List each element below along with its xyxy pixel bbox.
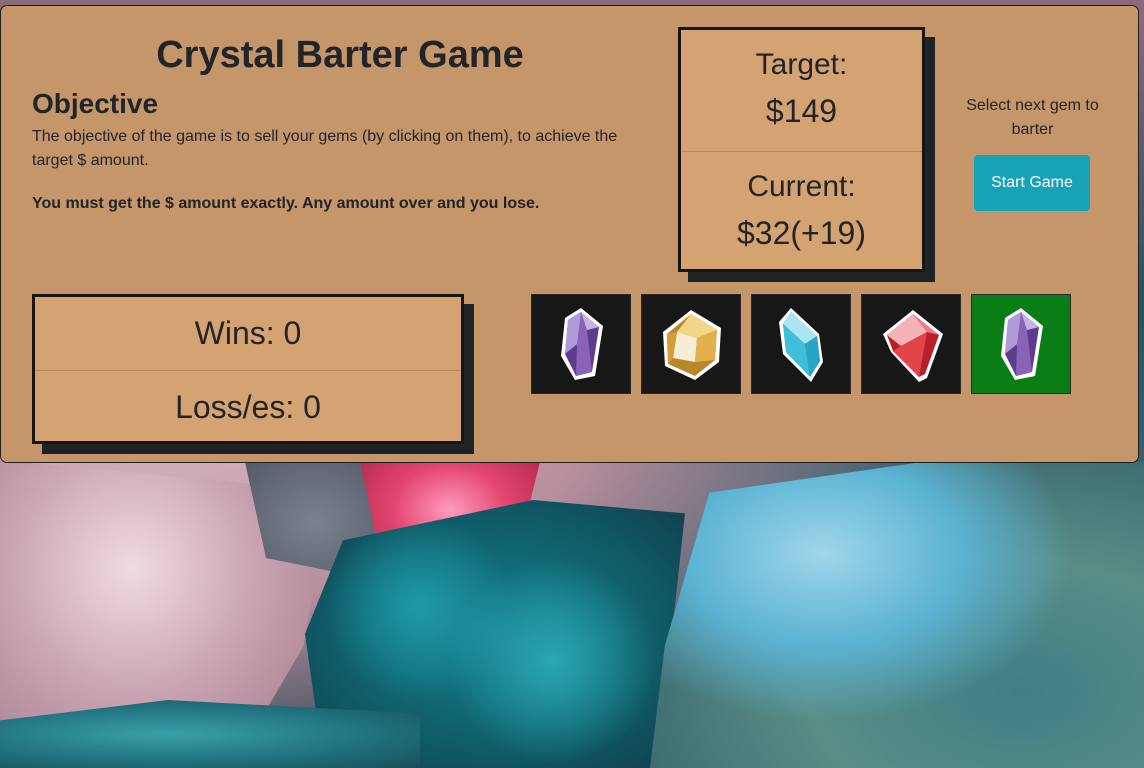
- current-value: $32(+19): [737, 215, 866, 251]
- target-value: $149: [765, 93, 838, 129]
- target-label: Target:: [755, 48, 848, 81]
- score-card: Target: $149 Current: $32(+19): [678, 27, 925, 272]
- current-label: Current:: [747, 170, 856, 203]
- gem-button[interactable]: [641, 294, 741, 394]
- gem-button[interactable]: [531, 294, 631, 394]
- start-game-button[interactable]: Start Game: [974, 155, 1090, 211]
- objective-rule: You must get the $ amount exactly. Any a…: [32, 195, 540, 212]
- stats-card: Wins: 0 Loss/es: 0: [32, 294, 464, 444]
- select-gem-prompt: Select next gem to barter: [966, 97, 1099, 138]
- page-title: Crystal Barter Game: [156, 34, 524, 76]
- purple-crystal-icon: [1001, 308, 1043, 380]
- objective-text: The objective of the game is to sell you…: [32, 128, 618, 169]
- red-gem-icon: [883, 310, 943, 382]
- wins-count: Wins: 0: [194, 315, 302, 351]
- gem-button-selected[interactable]: [971, 294, 1071, 394]
- losses-count: Loss/es: 0: [35, 370, 461, 443]
- objective-heading: Objective: [32, 88, 159, 119]
- game-panel: Crystal Barter Game Objective The object…: [0, 5, 1139, 463]
- blue-crystal-icon: [779, 308, 823, 382]
- yellow-gem-icon: [663, 310, 721, 380]
- purple-crystal-icon: [561, 308, 603, 380]
- gem-button[interactable]: [861, 294, 961, 394]
- gem-button[interactable]: [751, 294, 851, 394]
